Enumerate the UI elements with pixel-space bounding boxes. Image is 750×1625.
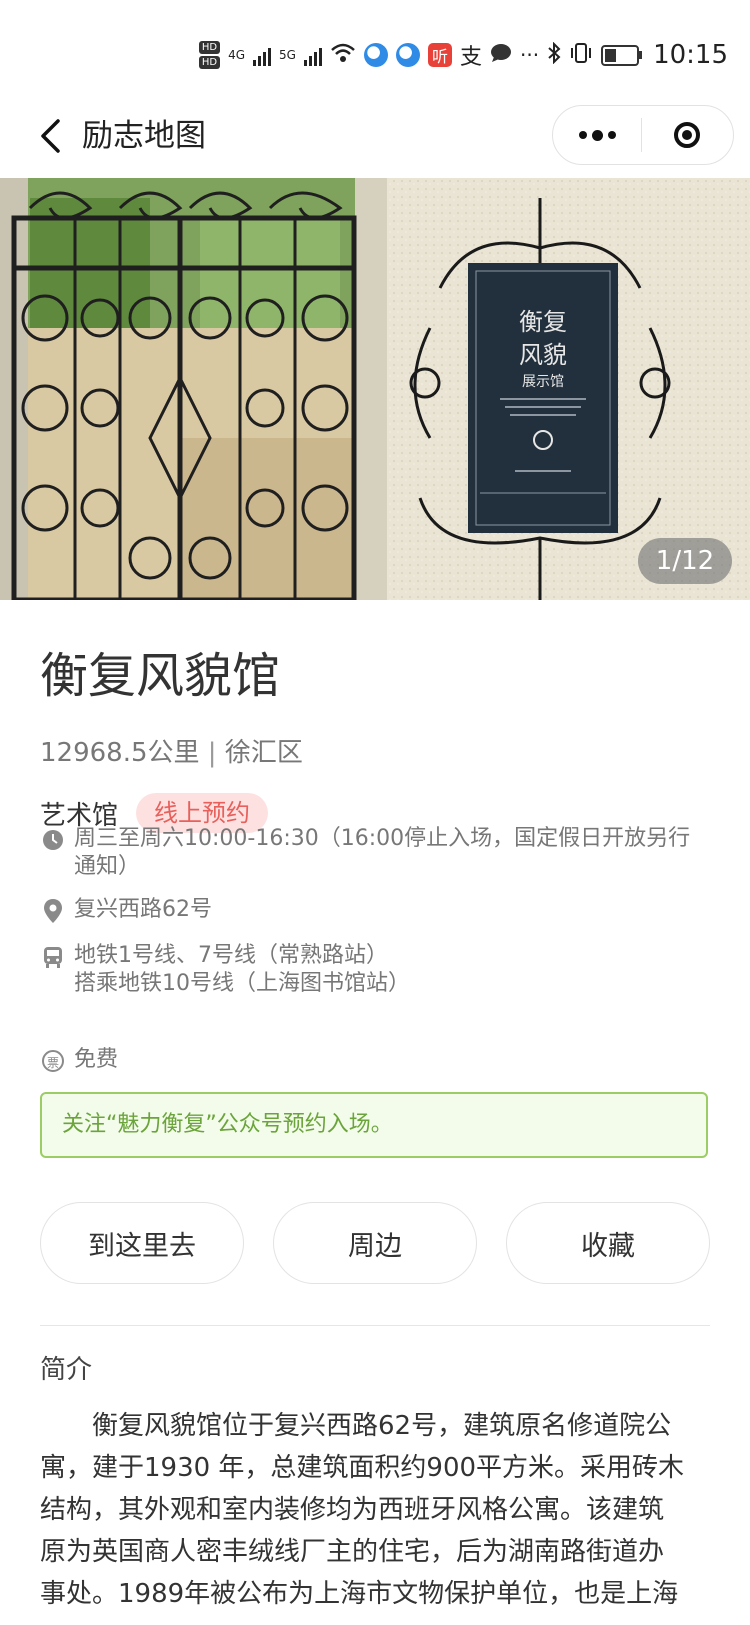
network-4g-label: 4G [228,48,246,62]
sign-line-3: 展示馆 [522,374,564,390]
opening-hours-line-2: 通知） [74,854,141,879]
intro-line: 事处。1989年被公布为上海市文物保护单位，也是上海 [40,1579,679,1609]
location-pin-icon [40,898,66,924]
dot-icon [607,131,616,139]
network-5g-label: 5G [279,48,296,62]
intro-text: 衡复风貌馆位于复兴西路62号，建筑原名修道院公 寓，建于1930 年，总建筑面积… [40,1405,710,1615]
intro-line: 原为英国商人密丰绒线厂主的住宅，后为湖南路街道办 [40,1537,665,1567]
distance: 12968.5公里 [40,738,200,768]
favorite-button[interactable]: 收藏 [506,1202,710,1284]
battery-icon [601,44,643,66]
signal-icon [303,44,322,66]
wifi-icon [330,42,356,69]
back-icon[interactable] [28,114,72,158]
miniprogram-capsule [552,105,734,165]
more-notifications-icon: ··· [519,43,540,67]
opening-hours-row: 周三至周六10:00-16:30（16:00停止入场，国定假日开放另行 通知） [40,825,720,881]
dot-icon [591,129,603,141]
page-title: 励志地图 [82,118,206,154]
transit-row: 地铁1号线、7号线（常熟路站） 搭乘地铁10号线（上海图书馆站） [40,942,720,998]
address: 复兴西路62号 [74,897,212,922]
booking-notice: 关注“魅力衡复”公众号预约入场。 [40,1092,708,1158]
sign-line-1: 衡复 [519,308,567,336]
intro-heading: 简介 [40,1355,93,1385]
intro-line: 结构，其外观和室内装修均为西班牙风格公寓。该建筑 [40,1495,665,1525]
address-row[interactable]: 复兴西路62号 [40,896,720,924]
sign-line-2: 风貌 [519,341,567,369]
hd-indicator: HD HD [198,41,221,69]
ting-app-icon: 听 [427,43,452,67]
bus-icon [40,944,66,970]
navigate-here-button[interactable]: 到这里去 [40,1202,244,1284]
photo-carousel[interactable]: 衡复 风貌 展示馆 1/12 [0,178,750,600]
target-icon [674,122,700,148]
more-menu-button[interactable] [553,106,641,164]
clock-icon [40,827,66,853]
alipay-icon: 支 [459,45,482,70]
ticket-icon: 票 [40,1048,66,1074]
nav-bar: 励志地图 [0,100,750,178]
bluetooth-icon [547,41,561,69]
meta-separator: | [207,738,217,768]
venue-meta: 12968.5公里 | 徐汇区 [40,733,303,773]
intro-line: 寓，建于1930 年，总建筑面积约900平方米。采用砖木 [40,1453,685,1483]
photo-counter: 1/12 [638,538,732,584]
app-notification-icon [395,43,420,67]
nearby-button[interactable]: 周边 [273,1202,477,1284]
transit-line-1: 地铁1号线、7号线（常熟路站） [74,943,388,968]
signal-icon [253,44,272,66]
section-divider [40,1325,710,1326]
hd-badge-2: HD [198,56,221,69]
clock: 10:15 [653,40,728,70]
dot-icon [578,131,587,139]
vibrate-icon [569,42,593,69]
district: 徐汇区 [224,738,303,768]
ticket-icon-glyph: 票 [42,1050,64,1072]
status-icons: HD HD 4G 5G 听 支 ··· 10:15 [198,38,728,72]
venue-name: 衡复风貌馆 [40,648,281,704]
hd-badge-1: HD [198,41,221,54]
transit-line-2: 搭乘地铁10号线（上海图书馆站） [74,971,410,996]
action-buttons: 到这里去 周边 收藏 [40,1202,710,1286]
app-notification-icon [363,43,388,67]
venue-photo: 衡复 风貌 展示馆 [0,178,750,600]
price-row: 票 免费 [40,1046,720,1074]
opening-hours-line-1: 周三至周六10:00-16:30（16:00停止入场，国定假日开放另行 [74,826,691,851]
price: 免费 [74,1047,119,1072]
close-miniprogram-button[interactable] [642,106,732,164]
intro-line: 衡复风貌馆位于复兴西路62号，建筑原名修道院公 [40,1411,672,1441]
chat-bubble-icon [490,43,512,68]
status-bar: HD HD 4G 5G 听 支 ··· 10:15 [0,0,750,100]
